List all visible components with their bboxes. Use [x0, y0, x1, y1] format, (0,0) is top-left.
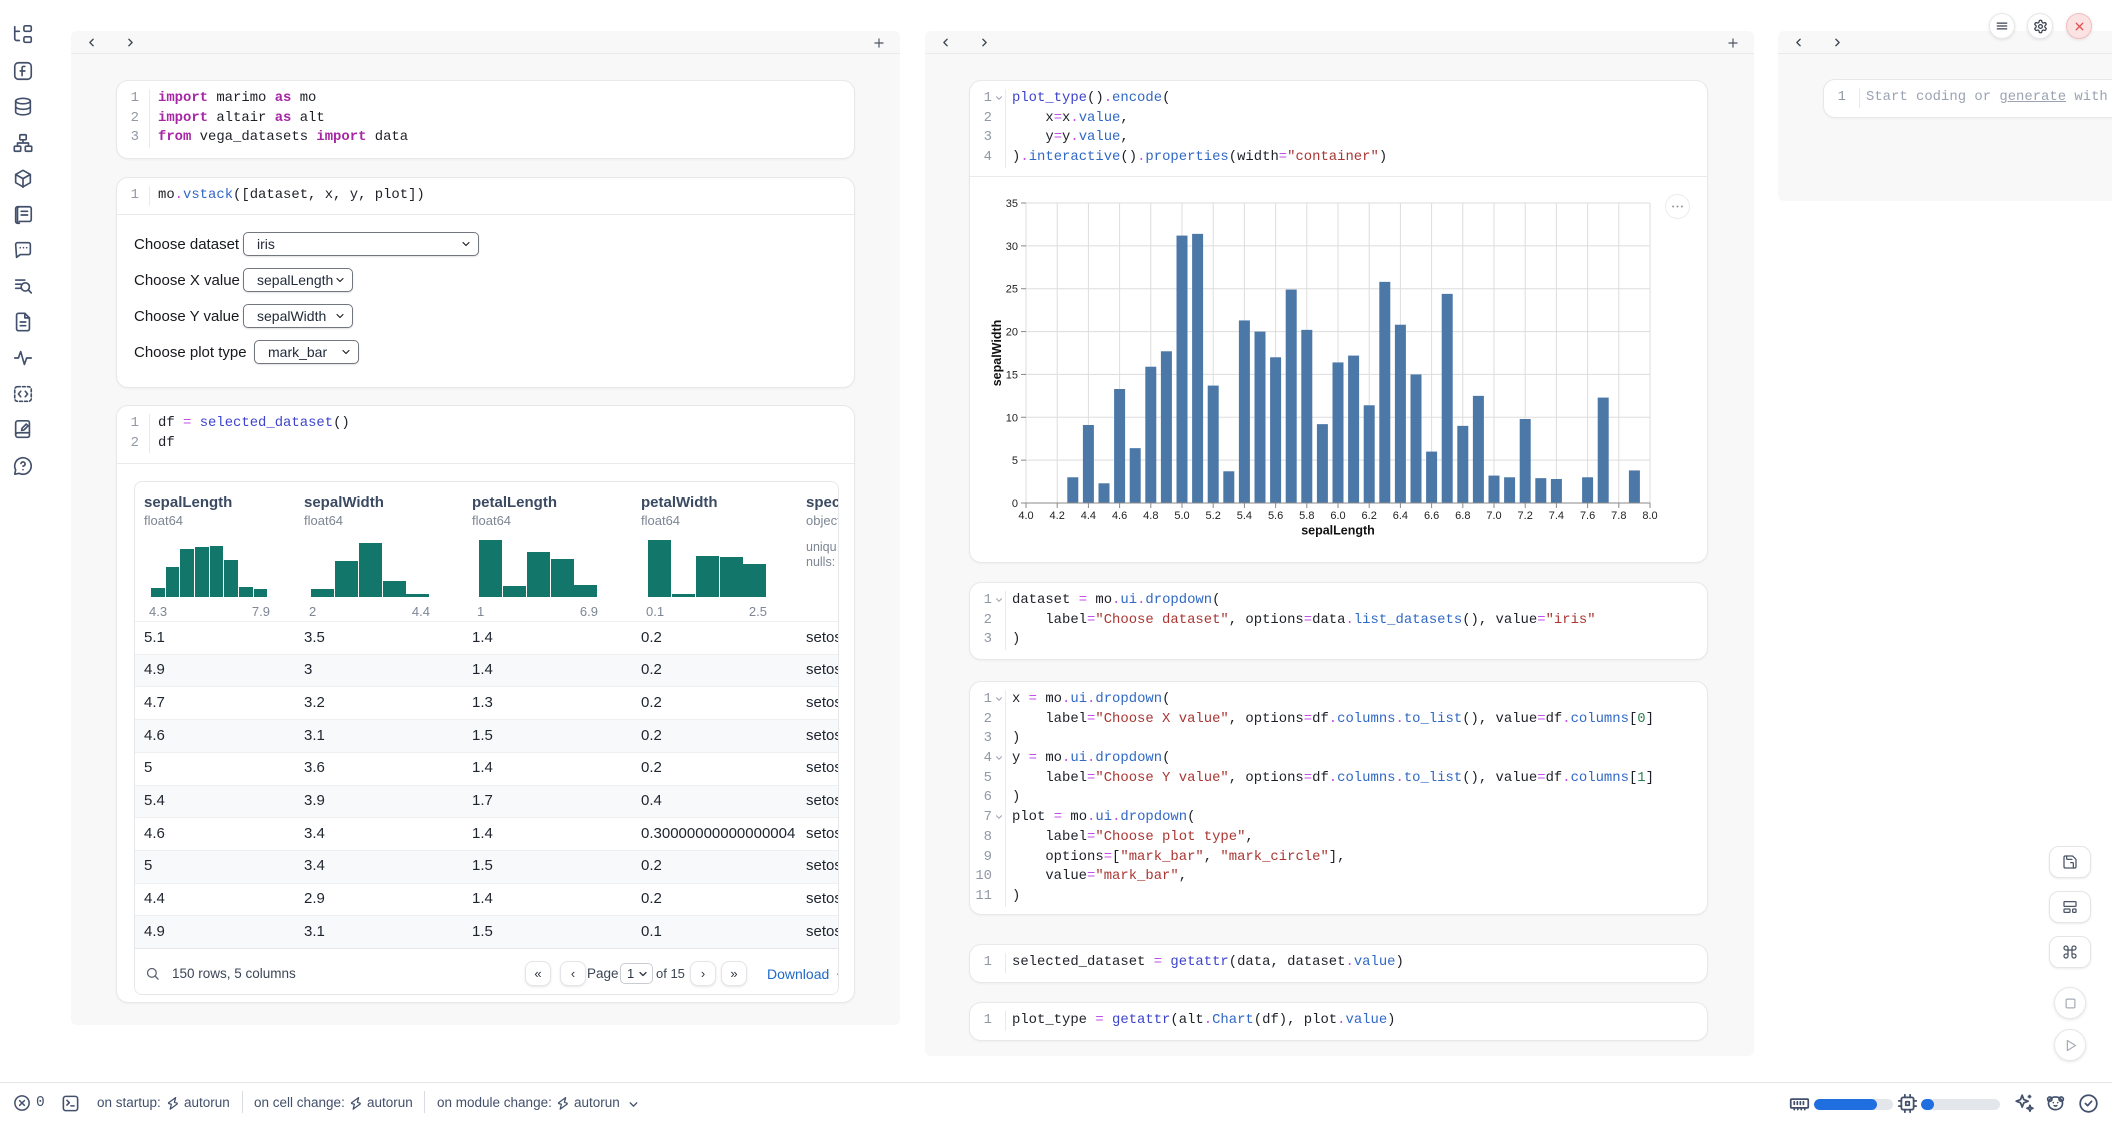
svg-text:6.4: 6.4: [1393, 510, 1408, 522]
svg-text:25: 25: [1006, 284, 1018, 296]
svg-text:5.8: 5.8: [1299, 510, 1314, 522]
svg-text:4.8: 4.8: [1143, 510, 1158, 522]
svg-text:7.2: 7.2: [1518, 510, 1533, 522]
svg-text:6.8: 6.8: [1455, 510, 1470, 522]
svg-text:6.6: 6.6: [1424, 510, 1439, 522]
svg-text:4.6: 4.6: [1112, 510, 1127, 522]
svg-text:4.0: 4.0: [1018, 510, 1033, 522]
svg-text:15: 15: [1006, 369, 1018, 381]
svg-text:10: 10: [1006, 412, 1018, 424]
svg-text:0: 0: [1012, 498, 1018, 510]
svg-text:7.0: 7.0: [1486, 510, 1501, 522]
svg-text:5.4: 5.4: [1237, 510, 1252, 522]
svg-text:7.6: 7.6: [1580, 510, 1595, 522]
svg-text:8.0: 8.0: [1642, 510, 1657, 522]
svg-text:30: 30: [1006, 241, 1018, 253]
svg-text:sepalLength: sepalLength: [1301, 524, 1375, 538]
svg-text:4.2: 4.2: [1050, 510, 1065, 522]
svg-text:5.0: 5.0: [1174, 510, 1189, 522]
svg-text:6.0: 6.0: [1330, 510, 1345, 522]
svg-text:20: 20: [1006, 327, 1018, 339]
svg-text:5: 5: [1012, 455, 1018, 467]
svg-text:5.6: 5.6: [1268, 510, 1283, 522]
svg-text:35: 35: [1006, 198, 1018, 210]
svg-text:4.4: 4.4: [1081, 510, 1096, 522]
svg-text:7.4: 7.4: [1549, 510, 1564, 522]
svg-text:6.2: 6.2: [1362, 510, 1377, 522]
svg-text:sepalWidth: sepalWidth: [990, 320, 1004, 387]
svg-text:5.2: 5.2: [1206, 510, 1221, 522]
svg-text:7.8: 7.8: [1611, 510, 1626, 522]
